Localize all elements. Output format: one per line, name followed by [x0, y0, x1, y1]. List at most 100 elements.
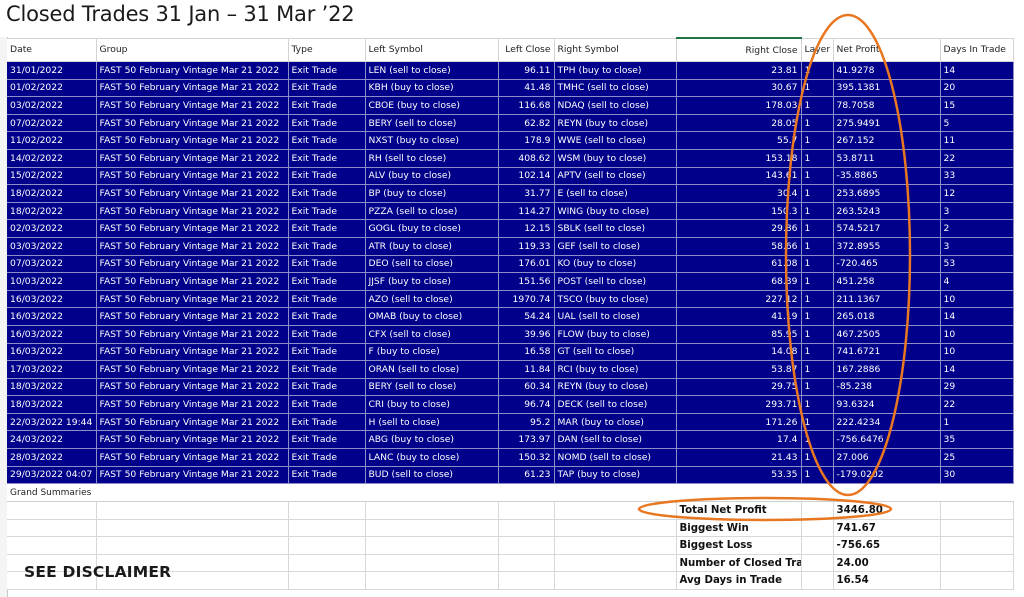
empty-cell[interactable]	[554, 571, 677, 590]
cell-group[interactable]: FAST 50 February Vintage Mar 21 2022	[96, 325, 289, 344]
cell-type[interactable]: Exit Trade	[288, 219, 366, 238]
table-row[interactable]: 10/03/2022 FAST 50 February Vintage Mar 2…	[7, 272, 1014, 291]
cell-right-close[interactable]: 143.61	[676, 167, 802, 186]
empty-cell[interactable]	[365, 501, 499, 520]
summary-value[interactable]: 741.67	[833, 519, 941, 538]
cell-days-in-trade[interactable]: 30	[940, 466, 1014, 485]
empty-cell[interactable]	[498, 519, 555, 538]
cell-net-profit[interactable]: 574.5217	[833, 219, 941, 238]
cell-right-symbol[interactable]: UAL (sell to close)	[554, 307, 677, 326]
summary-value[interactable]: -756.65	[833, 536, 941, 555]
cell-days-in-trade[interactable]: 10	[940, 343, 1014, 362]
cell-net-profit[interactable]: 372.8955	[833, 237, 941, 256]
cell-layer[interactable]: 1	[801, 448, 834, 467]
empty-cell[interactable]	[554, 519, 677, 538]
cell-layer[interactable]: 1	[801, 131, 834, 150]
cell-group[interactable]: FAST 50 February Vintage Mar 21 2022	[96, 430, 289, 450]
cell-right-symbol[interactable]: WSM (buy to close)	[554, 149, 677, 168]
cell-date[interactable]: 17/03/2022	[7, 360, 97, 379]
cell-type[interactable]: Exit Trade	[288, 413, 366, 432]
cell-layer[interactable]: 1	[801, 378, 834, 397]
cell-left-close[interactable]: 60.34	[498, 378, 555, 397]
empty-cell[interactable]	[940, 571, 1014, 590]
table-row[interactable]: 24/03/2022 FAST 50 February Vintage Mar 2…	[7, 430, 1014, 450]
cell-group[interactable]: FAST 50 February Vintage Mar 21 2022	[96, 237, 289, 256]
empty-cell[interactable]	[365, 536, 499, 555]
cell-days-in-trade[interactable]: 14	[940, 307, 1014, 326]
cell-layer[interactable]: 1	[801, 202, 834, 221]
cell-right-symbol[interactable]: RCI (buy to close)	[554, 360, 677, 379]
cell-layer[interactable]: 1	[801, 255, 834, 274]
empty-cell[interactable]	[940, 554, 1014, 573]
cell-right-close[interactable]: 23.81	[676, 61, 802, 80]
cell-days-in-trade[interactable]: 33	[940, 167, 1014, 186]
empty-cell[interactable]	[365, 571, 499, 590]
cell-type[interactable]: Exit Trade	[288, 167, 366, 186]
cell-net-profit[interactable]: -85.238	[833, 378, 941, 397]
cell-left-close[interactable]: 31.77	[498, 184, 555, 203]
summary-label[interactable]: Biggest Win	[676, 519, 802, 538]
cell-left-symbol[interactable]: DEO (sell to close)	[365, 255, 499, 274]
col-header-layer[interactable]: Layer	[801, 37, 834, 62]
cell-days-in-trade[interactable]: 20	[940, 79, 1014, 98]
empty-cell[interactable]	[554, 501, 677, 520]
table-row[interactable]: 16/03/2022 FAST 50 February Vintage Mar 2…	[7, 307, 1014, 326]
cell-net-profit[interactable]: 275.9491	[833, 114, 941, 133]
empty-cell[interactable]	[288, 554, 366, 573]
empty-cell[interactable]	[96, 519, 289, 538]
cell-type[interactable]: Exit Trade	[288, 61, 366, 80]
cell-group[interactable]: FAST 50 February Vintage Mar 21 2022	[96, 395, 289, 414]
cell-group[interactable]: FAST 50 February Vintage Mar 21 2022	[96, 466, 289, 485]
cell-left-symbol[interactable]: LEN (sell to close)	[365, 61, 499, 80]
cell-net-profit[interactable]: -179.0202	[833, 466, 941, 485]
cell-type[interactable]: Exit Trade	[288, 325, 366, 344]
cell-type[interactable]: Exit Trade	[288, 395, 366, 414]
cell-left-symbol[interactable]: OMAB (buy to close)	[365, 307, 499, 326]
cell-layer[interactable]: 1	[801, 395, 834, 414]
cell-right-close[interactable]: 293.71	[676, 395, 802, 414]
cell-group[interactable]: FAST 50 February Vintage Mar 21 2022	[96, 114, 289, 133]
cell-group[interactable]: FAST 50 February Vintage Mar 21 2022	[96, 448, 289, 467]
cell-type[interactable]: Exit Trade	[288, 131, 366, 150]
cell-left-symbol[interactable]: BERY (sell to close)	[365, 114, 499, 133]
cell-layer[interactable]: 1	[801, 61, 834, 80]
cell-days-in-trade[interactable]: 14	[940, 61, 1014, 80]
cell-right-close[interactable]: 68.39	[676, 272, 802, 291]
cell-group[interactable]: FAST 50 February Vintage Mar 21 2022	[96, 202, 289, 221]
cell-layer[interactable]: 1	[801, 167, 834, 186]
cell-net-profit[interactable]: 451.258	[833, 272, 941, 291]
cell-date[interactable]: 07/02/2022	[7, 114, 97, 133]
empty-cell[interactable]	[288, 536, 366, 555]
cell-right-symbol[interactable]: E (sell to close)	[554, 184, 677, 203]
table-row[interactable]: 01/02/2022 FAST 50 February Vintage Mar 2…	[7, 79, 1014, 98]
cell-net-profit[interactable]: 741.6721	[833, 343, 941, 362]
cell-net-profit[interactable]: 27.006	[833, 448, 941, 467]
cell-right-symbol[interactable]: WING (buy to close)	[554, 202, 677, 221]
cell-right-symbol[interactable]: SBLK (sell to close)	[554, 219, 677, 238]
empty-cell[interactable]	[7, 519, 97, 538]
cell-days-in-trade[interactable]: 22	[940, 149, 1014, 168]
cell-left-close[interactable]: 176.01	[498, 255, 555, 274]
cell-right-symbol[interactable]: TAP (buy to close)	[554, 466, 677, 485]
cell-group[interactable]: FAST 50 February Vintage Mar 21 2022	[96, 413, 289, 432]
cell-days-in-trade[interactable]: 4	[940, 272, 1014, 291]
cell-type[interactable]: Exit Trade	[288, 255, 366, 274]
cell-right-symbol[interactable]: NDAQ (sell to close)	[554, 96, 677, 115]
cell-net-profit[interactable]: 167.2886	[833, 360, 941, 379]
empty-cell[interactable]	[365, 519, 499, 538]
summary-label[interactable]: Total Net Profit	[676, 501, 802, 520]
cell-days-in-trade[interactable]: 10	[940, 290, 1014, 309]
cell-left-close[interactable]: 95.2	[498, 413, 555, 432]
col-header-date[interactable]: Date	[7, 37, 97, 62]
empty-cell[interactable]	[801, 554, 834, 573]
cell-date[interactable]: 16/03/2022	[7, 307, 97, 326]
cell-left-symbol[interactable]: GOGL (buy to close)	[365, 219, 499, 238]
table-row[interactable]: 02/03/2022 FAST 50 February Vintage Mar 2…	[7, 219, 1014, 238]
cell-layer[interactable]: 1	[801, 466, 834, 485]
cell-left-close[interactable]: 62.82	[498, 114, 555, 133]
cell-date[interactable]: 16/03/2022	[7, 325, 97, 344]
cell-date[interactable]: 02/03/2022	[7, 219, 97, 238]
table-row[interactable]: 18/02/2022 FAST 50 February Vintage Mar 2…	[7, 184, 1014, 203]
empty-cell[interactable]	[7, 501, 97, 520]
cell-days-in-trade[interactable]: 53	[940, 255, 1014, 274]
